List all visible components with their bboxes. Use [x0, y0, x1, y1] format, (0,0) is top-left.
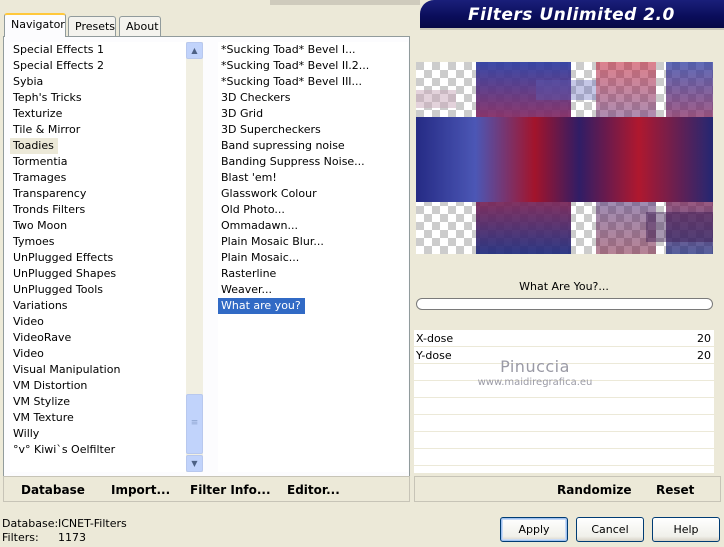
- category-item[interactable]: UnPlugged Shapes: [10, 266, 116, 282]
- filter-info-link[interactable]: Filter Info...: [190, 483, 271, 497]
- watermark-url: www.maidiregrafica.eu: [477, 377, 593, 388]
- parameter-row: X-dose 20: [414, 330, 714, 347]
- app-banner: Filters Unlimited 2.0: [420, 0, 724, 30]
- filter-preview: [416, 62, 713, 254]
- category-item[interactable]: Tronds Filters: [10, 202, 85, 218]
- filter-item[interactable]: Plain Mosaic Blur...: [218, 234, 324, 250]
- parameter-panel: X-dose 20 Y-dose 20: [414, 330, 714, 473]
- category-item[interactable]: UnPlugged Effects: [10, 250, 113, 266]
- filter-item[interactable]: Ommadawn...: [218, 218, 298, 234]
- category-item[interactable]: Special Effects 2: [10, 58, 104, 74]
- category-item[interactable]: Texturize: [10, 106, 62, 122]
- filter-item[interactable]: *Sucking Toad* Bevel III...: [218, 74, 362, 90]
- category-item[interactable]: °v° Kiwi`s Oelfilter: [10, 442, 115, 458]
- filter-item[interactable]: 3D Supercheckers: [218, 122, 321, 138]
- filter-item[interactable]: Weaver...: [218, 282, 272, 298]
- category-item[interactable]: VM Texture: [10, 410, 74, 426]
- filters-count-value: 1173: [58, 531, 86, 544]
- category-scrollbar[interactable]: ▲ ≡ ▼: [186, 42, 203, 472]
- scroll-up-button[interactable]: ▲: [186, 42, 203, 59]
- filter-item[interactable]: Blast 'em!: [218, 170, 277, 186]
- category-item[interactable]: Willy: [10, 426, 39, 442]
- parameter-link-bar: Randomize Reset: [414, 476, 721, 502]
- category-item[interactable]: Video: [10, 346, 44, 362]
- help-button[interactable]: Help: [652, 517, 720, 542]
- category-item[interactable]: Tramages: [10, 170, 66, 186]
- preview-image: [416, 62, 713, 254]
- category-item[interactable]: Tile & Mirror: [10, 122, 80, 138]
- filter-list[interactable]: *Sucking Toad* Bevel I... *Sucking Toad* …: [218, 42, 408, 472]
- editor-link[interactable]: Editor...: [287, 483, 340, 497]
- filter-item[interactable]: *Sucking Toad* Bevel II.2...: [218, 58, 369, 74]
- apply-button[interactable]: Apply: [500, 517, 568, 542]
- category-item[interactable]: Visual Manipulation: [10, 362, 120, 378]
- progress-bar: [416, 298, 713, 310]
- filter-item[interactable]: Glasswork Colour: [218, 186, 317, 202]
- scroll-thumb[interactable]: ≡: [186, 394, 203, 454]
- category-item[interactable]: Transparency: [10, 186, 86, 202]
- database-link[interactable]: Database: [21, 483, 85, 497]
- filter-item[interactable]: Old Photo...: [218, 202, 285, 218]
- category-item[interactable]: VM Distortion: [10, 378, 87, 394]
- category-item[interactable]: Variations: [10, 298, 68, 314]
- filter-item[interactable]: *Sucking Toad* Bevel I...: [218, 42, 356, 58]
- filter-item[interactable]: 3D Checkers: [218, 90, 290, 106]
- reset-link[interactable]: Reset: [656, 483, 694, 497]
- category-item[interactable]: Two Moon: [10, 218, 67, 234]
- parameter-label: Y-dose: [416, 349, 452, 362]
- filter-item[interactable]: 3D Grid: [218, 106, 263, 122]
- category-item[interactable]: UnPlugged Tools: [10, 282, 103, 298]
- parameter-slider[interactable]: 20: [697, 347, 711, 364]
- import-link[interactable]: Import...: [111, 483, 170, 497]
- filter-item[interactable]: Banding Suppress Noise...: [218, 154, 365, 170]
- tab-about[interactable]: About: [119, 16, 161, 36]
- navigator-link-bar: Database Import... Filter Info... Editor…: [3, 476, 410, 502]
- database-label: Database:: [2, 517, 59, 530]
- parameter-row: [414, 398, 714, 415]
- category-item[interactable]: Video: [10, 314, 44, 330]
- category-item[interactable]: Teph's Tricks: [10, 90, 82, 106]
- category-item[interactable]: Tymoes: [10, 234, 54, 250]
- category-item[interactable]: Toadies: [10, 138, 58, 154]
- randomize-link[interactable]: Randomize: [557, 483, 631, 497]
- category-item[interactable]: Sybia: [10, 74, 43, 90]
- tab-navigator[interactable]: Navigator: [4, 13, 66, 37]
- category-item[interactable]: Tormentia: [10, 154, 67, 170]
- parameter-row: [414, 449, 714, 466]
- watermark-name: Pinuccia: [500, 357, 570, 376]
- parameter-slider[interactable]: 20: [697, 330, 711, 347]
- parameter-label: X-dose: [416, 332, 454, 345]
- category-item[interactable]: Special Effects 1: [10, 42, 104, 58]
- selected-filter-name: What Are You?...: [519, 280, 609, 293]
- app-title: Filters Unlimited 2.0: [468, 5, 675, 25]
- title-strip: [270, 0, 420, 5]
- parameter-row: [414, 432, 714, 449]
- filter-item[interactable]: Rasterline: [218, 266, 276, 282]
- scroll-down-button[interactable]: ▼: [186, 455, 203, 472]
- parameter-row: [414, 415, 714, 432]
- category-item[interactable]: VideoRave: [10, 330, 71, 346]
- filter-item[interactable]: What are you?: [218, 298, 305, 314]
- category-item[interactable]: VM Stylize: [10, 394, 70, 410]
- database-value: ICNET-Filters: [58, 517, 127, 530]
- cancel-button[interactable]: Cancel: [576, 517, 644, 542]
- filters-count-label: Filters:: [2, 531, 39, 544]
- tab-presets[interactable]: Presets: [68, 16, 116, 36]
- filter-item[interactable]: Band supressing noise: [218, 138, 345, 154]
- filter-item[interactable]: Plain Mosaic...: [218, 250, 299, 266]
- category-list[interactable]: Special Effects 1 Special Effects 2 Sybia T…: [10, 42, 186, 472]
